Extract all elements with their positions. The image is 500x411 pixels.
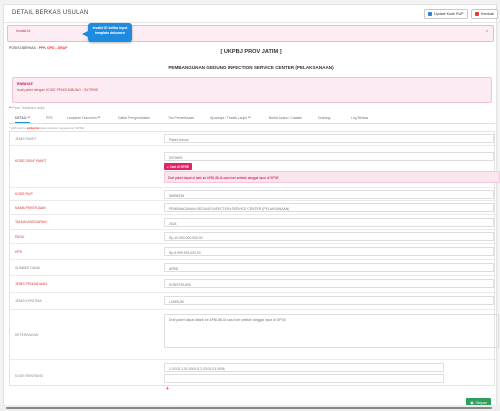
error-alert: Invalid id × [7,25,494,42]
textarea-keterangan[interactable]: Draf paket dapat ditarik ke APBLIBLIA sa… [164,314,499,348]
label-kode-draf: KODE DRAF PAKET [15,159,47,163]
riwayat-box: RIWAYAT: buat paket dengan KODE PENGHUBU… [12,77,492,103]
row-kode-rup: KODE RUP 55535296 [10,188,496,201]
label-jenis-pengadaan: JENIS PENGADAAN [15,282,47,286]
row-jenis-kontrak: JENIS KONTRAK LUMSUM [10,293,496,310]
back-button[interactable]: Kembali [471,9,498,19]
row-pagu: PAGU Rp.10,000,000,000.00 [10,230,496,244]
row-tahun-anggaran: TAHUN ANGGARAN 2024 [10,215,496,230]
row-sumber-dana: SUMBER DANA APBD [10,260,496,276]
page-title: DETAIL BERKAS USULAN [12,10,89,16]
label-tahun-anggaran: TAHUN ANGGARAN [15,220,47,224]
panel-header: DETAIL BERKAS USULAN Update Kode RUP Kem… [4,5,498,23]
close-icon[interactable]: × [486,28,488,33]
package-heading: PEMBANGUNAN GEDUNG INFECTION SERVICE CEN… [168,65,334,70]
horizontal-scrollbar[interactable] [0,405,500,411]
label-sumber-dana: SUMBER DANA [15,266,40,270]
row-kode-draf: KODE DRAF PAKET 5479905 ⌕ Cari di SPSE D… [10,146,500,188]
input-pagu[interactable]: Rp.10,000,000,000.00 [164,232,494,241]
input-jenis-pengadaan[interactable]: KONSTRUKSI [164,279,494,288]
input-kode-rup[interactable]: 55535296 [164,190,494,199]
row-jenis-paket: JENIS PAKET Paket Umum [10,132,496,146]
main-window: DETAIL BERKAS USULAN Update Kode RUP Kem… [3,4,500,407]
row-keterangan: KETERANGAN Draf paket dapat ditarik ke A… [10,310,499,360]
error-text: Invalid id [16,29,31,33]
tab-detail[interactable]: DETAIL ** [15,116,31,123]
back-icon [475,12,479,16]
row-jenis-pengadaan: JENIS PENGADAAN KONSTRUKSI [10,276,496,293]
label-jenis-kontrak: JENIS KONTRAK [15,299,42,303]
scrollbar-thumb[interactable] [6,407,492,409]
tab-log-berkas[interactable]: Log Berkas [351,116,368,120]
riwayat-title: RIWAYAT: [17,82,34,86]
required-note: ** Perlu Tindakan Lanjut [9,106,45,110]
row-nama-pekerjaan: NAMA PEKERJAAN PEMBANGUNAN GEDUNG INFECT… [10,201,496,215]
unit-heading: [ UKPBJ PROV JATIM ] [220,49,282,55]
save-icon: ▣ [470,400,474,405]
tab-drawing[interactable]: Drawing [318,116,330,120]
tab-tim-pemeriksaan[interactable]: Tim Pemeriksaan [168,116,194,120]
edit-icon [428,12,432,16]
field-note: * pilih warna pinkpink data sebelum sesu… [9,126,84,130]
input-sumber-dana[interactable]: APBD [164,263,494,272]
draf-info-box: Draf paket dapat di tarik ke APBLIBLIA s… [164,171,500,183]
update-kode-rup-button[interactable]: Update Kode RUP [424,9,468,19]
input-jenis-kontrak[interactable]: LUMSUM [164,296,494,305]
input-tahun-anggaran[interactable]: 2024 [164,218,494,227]
row-kode-rekening: KODE REKENING 1.02.02.1.01.0001.5.2.03.0… [10,360,496,387]
tab-tindak-lanjut[interactable]: Ajuannya / Tindak Lanjut ** [210,116,251,120]
label-hps: HPS [15,250,22,254]
riwayat-text: buat paket dengan KODE PENGHUBUNG : '547… [17,88,99,92]
tab-ppk[interactable]: PPK [46,116,53,120]
tab-pengembalian[interactable]: Daftar Pengembalian [118,116,150,120]
tab-lampiran[interactable]: Lampiran Dokumen ** [67,116,100,120]
tab-berita-acara[interactable]: Berita Acara / Catatan [269,116,302,120]
cari-spse-button[interactable]: ⌕ Cari di SPSE [164,163,192,170]
input-hps[interactable]: Rp.9,999,924,000.00 [164,247,494,256]
tab-bar: DETAIL ** PPK Lampiran Dokumen ** Daftar… [9,115,495,124]
label-keterangan: KETERANGAN [15,333,39,337]
input-kode-rekening[interactable]: 1.02.02.1.01.0001.5.2.03.01.01.0006 [164,363,444,372]
row-hps: HPS Rp.9,999,924,000.00 [10,244,496,260]
input-jenis-paket[interactable]: Paket Umum [164,134,494,143]
label-kode-rekening: KODE REKENING [15,374,44,378]
search-icon: ⌕ [167,164,169,169]
detail-form: JENIS PAKET Paket Umum KODE DRAF PAKET 5… [9,131,500,392]
label-jenis-paket: JENIS PAKET [15,137,37,141]
input-kode-draf[interactable]: 5479905 [164,152,494,161]
input-nama-pekerjaan[interactable]: PEMBANGUNAN GEDUNG INFECTION SERVICE CEN… [164,203,494,212]
label-nama-pekerjaan: NAMA PEKERJAAN [15,206,46,210]
input-kode-rekening-2[interactable] [164,374,444,383]
label-pagu: PAGU [15,235,25,239]
add-rekening-icon[interactable]: + [166,386,169,392]
annotation-tooltip: Invalid ID ketika input template dokumen [82,23,132,42]
label-kode-rup: KODE RUP [15,192,33,196]
